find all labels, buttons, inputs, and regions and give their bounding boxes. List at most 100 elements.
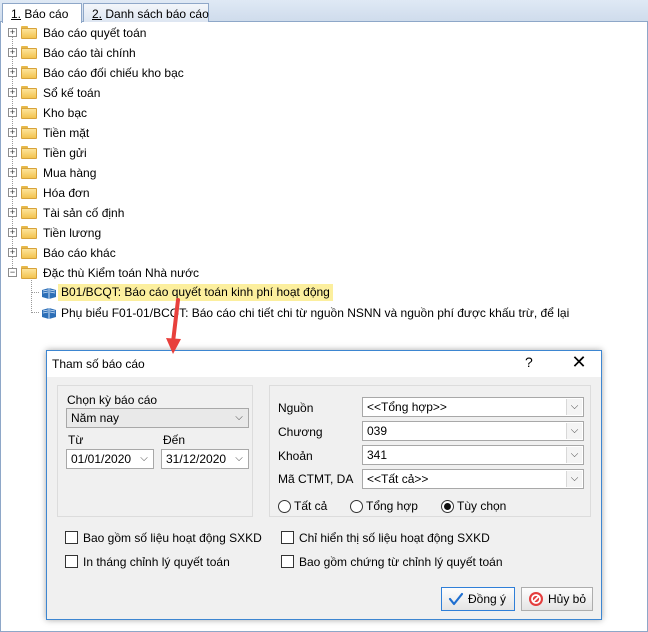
close-icon[interactable]: ✕ [567, 352, 591, 373]
tab-bao-cao[interactable]: 1. Báo cáo [2, 3, 82, 23]
report-parameters-dialog: Tham số báo cáo ? ✕ Chọn kỳ báo cáo Năm … [46, 350, 602, 620]
to-label: Đến [163, 433, 186, 447]
expand-icon[interactable]: + [8, 148, 17, 157]
folder-icon [21, 226, 37, 239]
folder-icon [21, 206, 37, 219]
expand-icon[interactable]: + [8, 228, 17, 237]
tree-folder-label: Tiền gửi [43, 146, 87, 160]
tree-folder[interactable]: + Kho bạc [1, 103, 401, 123]
khoan-value: 341 [367, 448, 388, 462]
tree-item-b01-bcqt[interactable]: B01/BCQT: Báo cáo quyết toán kinh phí ho… [1, 283, 601, 303]
chuong-select[interactable]: 039 ⌵ [362, 421, 584, 441]
chevron-down-icon: ⌵ [231, 410, 247, 426]
tree-folder-label: Hóa đơn [43, 186, 90, 200]
from-label: Từ [68, 433, 84, 447]
tree-folder-label: Báo cáo đối chiếu kho bạc [43, 66, 184, 80]
tree-folder[interactable]: − Đặc thù Kiểm toán Nhà nước [1, 263, 401, 283]
from-date-field[interactable]: 01/01/2020 ⌵ [66, 449, 154, 469]
folder-icon [21, 146, 37, 159]
tree-folder[interactable]: + Báo cáo khác [1, 243, 401, 263]
radio-tuy-chon-label: Tùy chọn [457, 499, 507, 513]
expand-icon[interactable]: + [8, 68, 17, 77]
chevron-down-icon: ⌵ [566, 399, 582, 415]
tree-folder-label: Đặc thù Kiểm toán Nhà nước [43, 266, 199, 280]
to-date-field[interactable]: 31/12/2020 ⌵ [161, 449, 249, 469]
expand-icon[interactable]: + [8, 88, 17, 97]
cancel-icon [529, 592, 543, 606]
tree-folder-label: Báo cáo tài chính [43, 46, 136, 60]
expand-icon[interactable]: + [8, 168, 17, 177]
radio-tuy-chon[interactable] [441, 500, 454, 513]
checkbox-include-adjust-vouchers-label: Bao gồm chứng từ chỉnh lý quyết toán [299, 555, 503, 569]
tree-folder[interactable]: + Mua hàng [1, 163, 401, 183]
nguon-select[interactable]: <<Tổng hợp>> ⌵ [362, 397, 584, 417]
tree-item-phu-bieu-f01[interactable]: Phụ biểu F01-01/BCQT: Báo cáo chi tiết c… [1, 303, 641, 323]
checkbox-include-sxkd-label: Bao gồm số liệu hoạt động SXKD [83, 531, 262, 545]
checkbox-print-adjust-month[interactable] [65, 555, 78, 568]
expand-icon[interactable]: + [8, 28, 17, 37]
tree-folder-label: Báo cáo khác [43, 246, 116, 260]
folder-icon [21, 26, 37, 39]
folder-icon [21, 86, 37, 99]
checkbox-print-adjust-month-label: In tháng chỉnh lý quyết toán [83, 555, 230, 569]
ma-ctmt-select[interactable]: <<Tất cả>> ⌵ [362, 469, 584, 489]
tree-folder-label: Báo cáo quyết toán [43, 26, 147, 40]
ok-button[interactable]: Đồng ý [441, 587, 515, 611]
folder-icon [21, 126, 37, 139]
tree-folder[interactable]: + Tiền mặt [1, 123, 401, 143]
tree-folder[interactable]: + Báo cáo đối chiếu kho bạc [1, 63, 401, 83]
tree-folder-label: Tiền mặt [43, 126, 90, 140]
tab-danh-sach-bao-cao[interactable]: 2. Danh sách báo cáo [83, 3, 209, 23]
period-group: Chọn kỳ báo cáo Năm nay ⌵ Từ 01/01/2020 … [57, 385, 253, 517]
expand-icon[interactable]: + [8, 248, 17, 257]
chevron-down-icon: ⌵ [566, 447, 582, 463]
checkbox-only-sxkd-label: Chỉ hiển thị số liệu hoạt động SXKD [299, 531, 490, 545]
tree-folder[interactable]: + Tiền lương [1, 223, 401, 243]
tab-number: 1. [11, 7, 22, 21]
tree-folder[interactable]: + Báo cáo quyết toán [1, 23, 401, 43]
tab-strip: 1. Báo cáo 2. Danh sách báo cáo [0, 0, 648, 23]
chuong-value: 039 [367, 424, 388, 438]
ok-button-label: Đồng ý [468, 592, 507, 606]
checkbox-include-adjust-vouchers[interactable] [281, 555, 294, 568]
report-book-icon [42, 288, 56, 299]
expand-icon[interactable]: + [8, 48, 17, 57]
dialog-title: Tham số báo cáo [52, 357, 145, 371]
tree-folder-label: Mua hàng [43, 166, 97, 180]
expand-icon[interactable]: + [8, 128, 17, 137]
nguon-value: <<Tổng hợp>> [367, 400, 447, 414]
tree-folder[interactable]: + Tài sản cố định [1, 203, 401, 223]
checkbox-only-sxkd[interactable] [281, 531, 294, 544]
tree-folder[interactable]: + Sổ kế toán [1, 83, 401, 103]
chevron-down-icon: ⌵ [136, 451, 152, 467]
radio-tong-hop[interactable] [350, 500, 363, 513]
to-date-value: 31/12/2020 [166, 452, 227, 466]
expand-icon[interactable]: + [8, 208, 17, 217]
folder-icon [21, 166, 37, 179]
filter-group: Nguồn <<Tổng hợp>> ⌵ Chương 039 ⌵ Khoản … [269, 385, 591, 517]
cancel-button-label: Hủy bỏ [548, 592, 587, 606]
expand-icon[interactable]: + [8, 188, 17, 197]
khoan-select[interactable]: 341 ⌵ [362, 445, 584, 465]
report-book-icon [42, 308, 56, 319]
ma-ctmt-label: Mã CTMT, DA [278, 472, 354, 486]
help-icon[interactable]: ? [525, 354, 533, 370]
checkbox-include-sxkd[interactable] [65, 531, 78, 544]
expand-icon[interactable]: + [8, 108, 17, 117]
tab-label: Báo cáo [21, 7, 69, 21]
expand-icon[interactable]: − [8, 268, 17, 277]
chuong-label: Chương [278, 425, 323, 439]
radio-tat-ca[interactable] [278, 500, 291, 513]
period-select[interactable]: Năm nay ⌵ [66, 408, 249, 428]
tree-folder[interactable]: + Tiền gửi [1, 143, 401, 163]
from-date-value: 01/01/2020 [71, 452, 132, 466]
period-label: Chọn kỳ báo cáo [67, 393, 158, 407]
cancel-button[interactable]: Hủy bỏ [521, 587, 593, 611]
tree-folder[interactable]: + Hóa đơn [1, 183, 401, 203]
tree-folder[interactable]: + Báo cáo tài chính [1, 43, 401, 63]
chevron-down-icon: ⌵ [566, 471, 582, 487]
ma-ctmt-value: <<Tất cả>> [367, 472, 429, 486]
folder-icon [21, 246, 37, 259]
chevron-down-icon: ⌵ [566, 423, 582, 439]
tree-folder-label: Tài sản cố định [43, 206, 125, 220]
